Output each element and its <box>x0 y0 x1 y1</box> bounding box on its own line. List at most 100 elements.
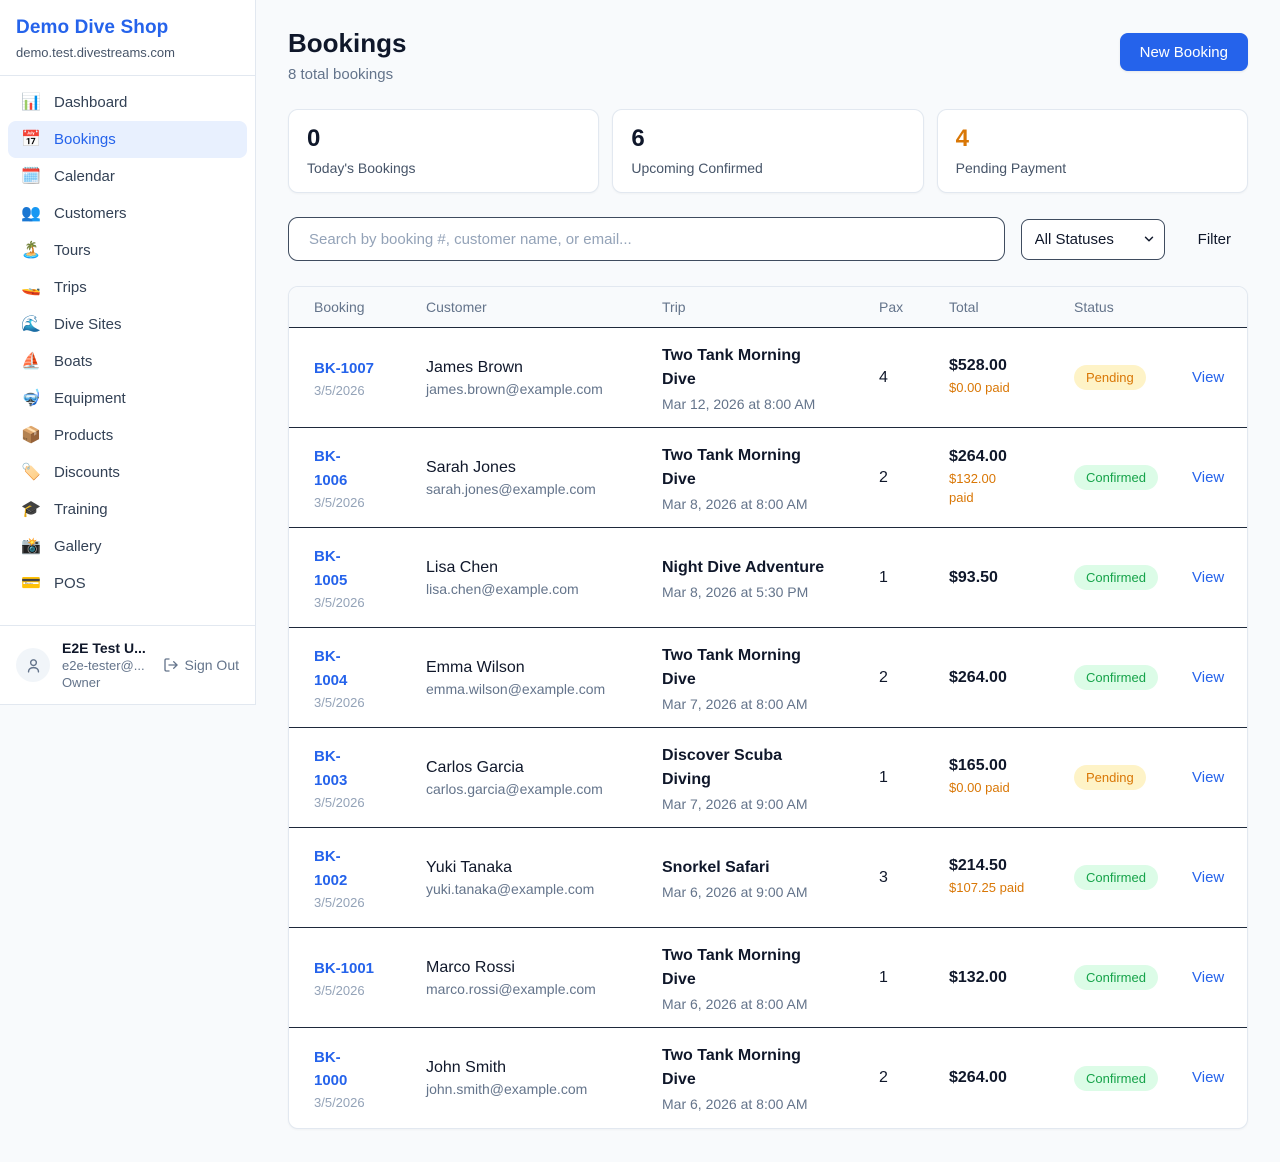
status-badge: Confirmed <box>1074 1066 1158 1091</box>
sidebar-item-products[interactable]: 📦 Products <box>8 417 247 454</box>
sidebar-item-boats[interactable]: ⛵ Boats <box>8 343 247 380</box>
page-header: Bookings 8 total bookings New Booking <box>288 28 1248 83</box>
sidebar-item-label: Discounts <box>54 464 120 481</box>
customer-email: lisa.chen@example.com <box>426 581 650 597</box>
booking-number-link[interactable]: BK- 1004 <box>314 645 347 692</box>
booking-number-link[interactable]: BK- 1002 <box>314 845 347 892</box>
customer-name: John Smith <box>426 1059 650 1077</box>
total-amount: $264.00 <box>949 669 1062 687</box>
sidebar-item-label: Equipment <box>54 390 126 407</box>
trip-name: Two Tank Morning Dive <box>662 644 867 692</box>
sidebar-item-label: Customers <box>54 205 127 222</box>
sidebar-item-label: Dive Sites <box>54 316 122 333</box>
booking-number-link[interactable]: BK- 1003 <box>314 745 347 792</box>
training-icon: 🎓 <box>20 502 42 518</box>
sidebar-item-bookings[interactable]: 📅 Bookings <box>8 121 247 158</box>
sidebar-item-customers[interactable]: 👥 Customers <box>8 195 247 232</box>
booking-number-link[interactable]: BK-1001 <box>314 957 374 980</box>
sidebar-item-dive-sites[interactable]: 🌊 Dive Sites <box>8 306 247 343</box>
status-select[interactable]: All Statuses <box>1021 219 1165 260</box>
booking-number-link[interactable]: BK- 1005 <box>314 545 347 592</box>
user-role: Owner <box>62 675 151 690</box>
booking-number-link[interactable]: BK- 1006 <box>314 445 347 492</box>
view-link[interactable]: View <box>1186 369 1224 386</box>
table-row: BK- 1000 3/5/2026 John Smith john.smith@… <box>289 1028 1247 1128</box>
trip-name: Discover Scuba Diving <box>662 744 867 792</box>
table-row: BK- 1002 3/5/2026 Yuki Tanaka yuki.tanak… <box>289 828 1247 928</box>
sidebar-item-training[interactable]: 🎓 Training <box>8 491 247 528</box>
customer-name: James Brown <box>426 359 650 377</box>
status-badge: Confirmed <box>1074 965 1158 990</box>
view-link[interactable]: View <box>1186 1069 1224 1086</box>
amount-paid: $107.25 paid <box>949 879 1062 898</box>
table-row: BK-1001 3/5/2026 Marco Rossi marco.rossi… <box>289 928 1247 1028</box>
status-badge: Pending <box>1074 765 1146 790</box>
search-input[interactable] <box>288 217 1005 261</box>
column-header-booking: Booking <box>314 299 426 315</box>
sidebar-item-pos[interactable]: 💳 POS <box>8 565 247 602</box>
column-header-total: Total <box>949 299 1074 315</box>
trip-datetime: Mar 6, 2026 at 8:00 AM <box>662 996 867 1012</box>
sidebar-item-label: Gallery <box>54 538 102 555</box>
new-booking-button[interactable]: New Booking <box>1120 33 1248 71</box>
pax-count: 2 <box>879 1069 949 1087</box>
trip-datetime: Mar 7, 2026 at 9:00 AM <box>662 796 867 812</box>
page-title: Bookings <box>288 28 406 59</box>
sidebar-item-tours[interactable]: 🏝️ Tours <box>8 232 247 269</box>
view-link[interactable]: View <box>1186 569 1224 586</box>
stat-label: Pending Payment <box>956 160 1229 176</box>
customer-email: james.brown@example.com <box>426 381 650 397</box>
table-row: BK- 1005 3/5/2026 Lisa Chen lisa.chen@ex… <box>289 528 1247 628</box>
table-header-row: Booking Customer Trip Pax Total Status <box>289 287 1247 328</box>
customer-email: emma.wilson@example.com <box>426 681 650 697</box>
sidebar-item-dashboard[interactable]: 📊 Dashboard <box>8 84 247 121</box>
user-info: E2E Test U... e2e-tester@... Owner <box>62 640 151 690</box>
booking-date: 3/5/2026 <box>314 795 414 810</box>
stat-value: 6 <box>631 125 904 153</box>
sidebar-item-label: POS <box>54 575 86 592</box>
dive-sites-icon: 🌊 <box>20 317 42 333</box>
stat-value: 4 <box>956 125 1229 153</box>
trip-datetime: Mar 8, 2026 at 8:00 AM <box>662 496 867 512</box>
column-header-status: Status <box>1074 299 1186 315</box>
sign-out-button[interactable]: Sign Out <box>163 657 239 673</box>
sidebar-item-label: Boats <box>54 353 92 370</box>
main-content: Bookings 8 total bookings New Booking 0 … <box>256 0 1280 1161</box>
sidebar-item-calendar[interactable]: 🗓️ Calendar <box>8 158 247 195</box>
view-link[interactable]: View <box>1186 769 1224 786</box>
customer-name: Lisa Chen <box>426 559 650 577</box>
view-link[interactable]: View <box>1186 969 1224 986</box>
view-link[interactable]: View <box>1186 469 1224 486</box>
amount-paid: $0.00 paid <box>949 379 1062 398</box>
booking-date: 3/5/2026 <box>314 983 414 998</box>
sidebar-item-discounts[interactable]: 🏷️ Discounts <box>8 454 247 491</box>
total-amount: $528.00 <box>949 357 1062 375</box>
trip-datetime: Mar 12, 2026 at 8:00 AM <box>662 396 867 412</box>
filter-button[interactable]: Filter <box>1181 231 1248 248</box>
avatar <box>16 648 50 682</box>
sidebar-item-label: Trips <box>54 279 87 296</box>
trip-name: Night Dive Adventure <box>662 556 867 580</box>
sidebar-item-label: Tours <box>54 242 91 259</box>
view-link[interactable]: View <box>1186 869 1224 886</box>
stats-row: 0 Today's Bookings 6 Upcoming Confirmed … <box>288 109 1248 193</box>
stat-label: Today's Bookings <box>307 160 580 176</box>
booking-number-link[interactable]: BK- 1000 <box>314 1046 347 1093</box>
view-link[interactable]: View <box>1186 669 1224 686</box>
sidebar-item-trips[interactable]: 🚤 Trips <box>8 269 247 306</box>
booking-date: 3/5/2026 <box>314 1095 414 1110</box>
sidebar-item-gallery[interactable]: 📸 Gallery <box>8 528 247 565</box>
booking-date: 3/5/2026 <box>314 383 414 398</box>
customer-email: marco.rossi@example.com <box>426 981 650 997</box>
total-amount: $264.00 <box>949 448 1062 466</box>
table-row: BK-1007 3/5/2026 James Brown james.brown… <box>289 328 1247 428</box>
table-row: BK- 1003 3/5/2026 Carlos Garcia carlos.g… <box>289 728 1247 828</box>
booking-date: 3/5/2026 <box>314 895 414 910</box>
pax-count: 2 <box>879 669 949 687</box>
table-row: BK- 1004 3/5/2026 Emma Wilson emma.wilso… <box>289 628 1247 728</box>
sidebar-item-equipment[interactable]: 🤿 Equipment <box>8 380 247 417</box>
customer-name: Emma Wilson <box>426 659 650 677</box>
booking-number-link[interactable]: BK-1007 <box>314 357 374 380</box>
user-email: e2e-tester@... <box>62 658 151 673</box>
total-amount: $165.00 <box>949 757 1062 775</box>
